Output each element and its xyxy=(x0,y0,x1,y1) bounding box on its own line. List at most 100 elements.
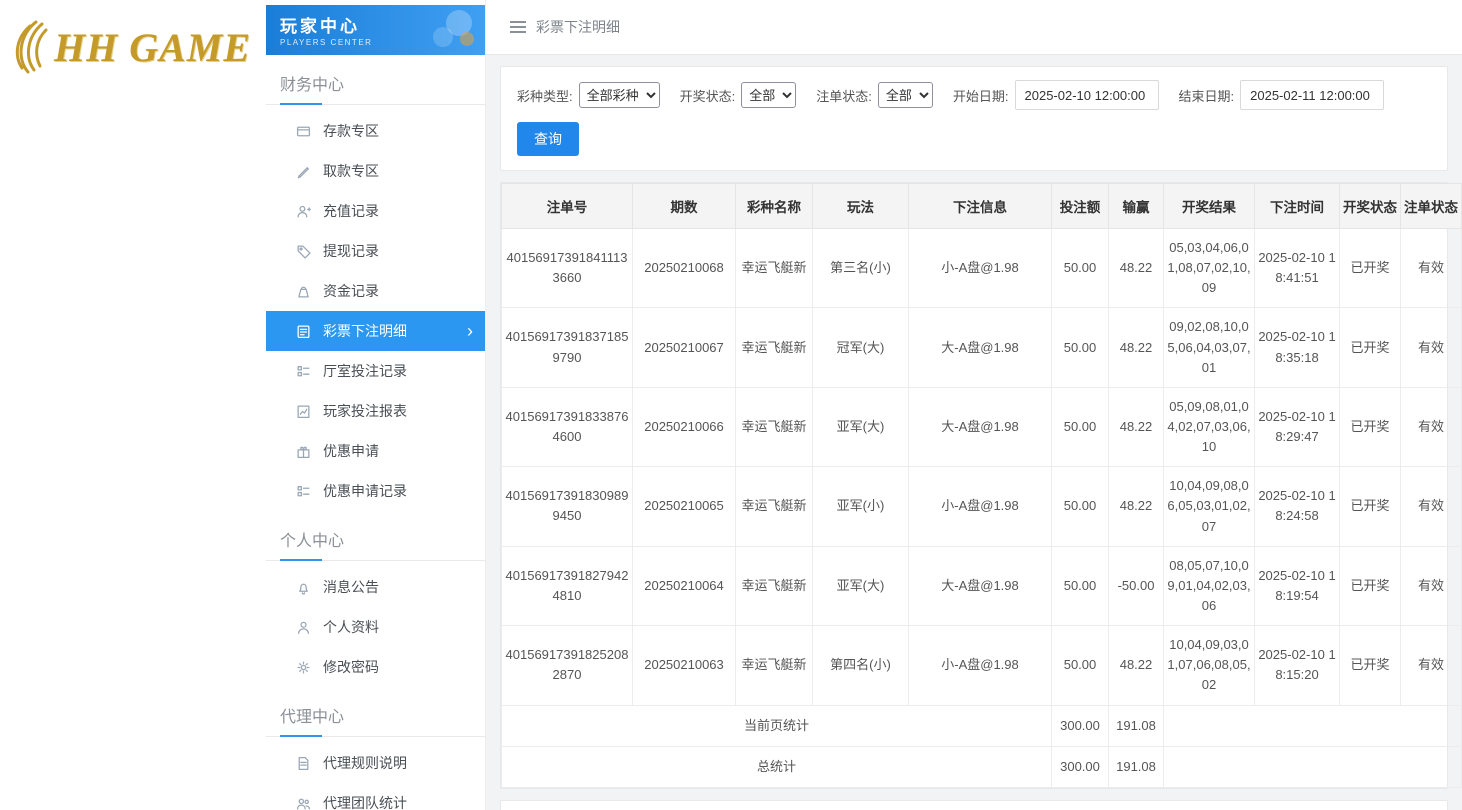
order-status-select[interactable]: 全部 xyxy=(878,82,933,108)
sidebar-item-label: 消息公告 xyxy=(323,577,379,597)
table-cell: 总统计 xyxy=(502,746,1052,787)
list-icon xyxy=(296,324,311,339)
search-button[interactable]: 查询 xyxy=(517,122,579,156)
table-cell: 05,09,08,01,04,02,07,03,06,10 xyxy=(1164,387,1255,466)
table-cell: 幸运飞艇新 xyxy=(736,546,813,625)
table-cell: 50.00 xyxy=(1052,387,1109,466)
sidebar-item-lottery-bets[interactable]: 彩票下注明细› xyxy=(266,311,485,351)
table-cell: 20250210064 xyxy=(633,546,736,625)
order-status-label: 注单状态: xyxy=(816,86,872,105)
column-header: 下注时间 xyxy=(1255,184,1340,229)
table-cell: 20250210066 xyxy=(633,387,736,466)
table-cell: 2025-02-10 18:19:54 xyxy=(1255,546,1340,625)
draw-status-label: 开奖状态: xyxy=(680,86,736,105)
start-date-input[interactable] xyxy=(1015,80,1159,110)
bets-table-panel: 注单号期数彩种名称玩法下注信息投注额输赢开奖结果下注时间开奖状态注单状态 401… xyxy=(500,182,1448,789)
table-cell: 已开奖 xyxy=(1340,546,1401,625)
table-cell: 已开奖 xyxy=(1340,229,1401,308)
bell-icon xyxy=(296,580,311,595)
sidebar-item-deposit[interactable]: 存款专区 xyxy=(266,111,485,151)
table-cell: 401569173918338764600 xyxy=(502,387,633,466)
sidebar-item-change-password[interactable]: 修改密码 xyxy=(266,647,485,687)
table-cell: 50.00 xyxy=(1052,229,1109,308)
table-cell: 20250210067 xyxy=(633,308,736,387)
lottery-type-label: 彩种类型: xyxy=(517,86,573,105)
sidebar-section-title: 个人中心 xyxy=(266,511,485,561)
sidebar-item-label: 资金记录 xyxy=(323,281,379,301)
sidebar-nav: 财务中心存款专区取款专区充值记录提现记录资金记录彩票下注明细›厅室投注记录玩家投… xyxy=(266,55,485,810)
sidebar-item-profile[interactable]: 个人资料 xyxy=(266,607,485,647)
logo: HH GAME xyxy=(0,0,266,76)
table-cell: 48.22 xyxy=(1109,229,1164,308)
table-cell: 191.08 xyxy=(1109,705,1164,746)
sidebar-item-funds-records[interactable]: 资金记录 xyxy=(266,271,485,311)
table-cell: 05,03,04,06,01,08,07,02,10,09 xyxy=(1164,229,1255,308)
table-cell: 第三名(小) xyxy=(813,229,909,308)
draw-status-select[interactable]: 全部 xyxy=(741,82,796,108)
main-area: 彩票下注明细 彩种类型: 全部彩种 开奖状态: 全部 注单状态: xyxy=(486,0,1462,810)
start-date-label: 开始日期: xyxy=(953,86,1009,105)
total-summary-row: 总统计300.00191.08 xyxy=(502,746,1462,787)
table-cell: 亚军(大) xyxy=(813,546,909,625)
column-header: 开奖结果 xyxy=(1164,184,1255,229)
logo-area: HH GAME xyxy=(0,0,266,810)
sidebar-item-promo-apply[interactable]: 优惠申请 xyxy=(266,431,485,471)
doc-icon xyxy=(296,756,311,771)
table-cell: 401569173918252082870 xyxy=(502,626,633,705)
table-cell: 幸运飞艇新 xyxy=(736,308,813,387)
sidebar-item-label: 取款专区 xyxy=(323,161,379,181)
table-row: 40156917391825208287020250210063幸运飞艇新第四名… xyxy=(502,626,1462,705)
page: HH GAME 玩家中心 PLAYERS CENTER 财务中心存款专区取款专区… xyxy=(0,0,1462,810)
table-cell: 20250210065 xyxy=(633,467,736,546)
column-header: 彩种名称 xyxy=(736,184,813,229)
sidebar-item-agent-rules[interactable]: 代理规则说明 xyxy=(266,743,485,783)
column-header: 期数 xyxy=(633,184,736,229)
table-cell: 401569173918279424810 xyxy=(502,546,633,625)
lottery-type-select[interactable]: 全部彩种 xyxy=(579,82,660,108)
table-cell: 已开奖 xyxy=(1340,467,1401,546)
table-cell xyxy=(1164,746,1462,787)
sidebar-item-label: 玩家投注报表 xyxy=(323,401,407,421)
team-icon xyxy=(296,796,311,810)
table-cell: 大-A盘@1.98 xyxy=(909,387,1052,466)
table-cell: 50.00 xyxy=(1052,626,1109,705)
sidebar-item-messages[interactable]: 消息公告 xyxy=(266,567,485,607)
sidebar-item-recharge-records[interactable]: 充值记录 xyxy=(266,191,485,231)
table-cell: 191.08 xyxy=(1109,746,1164,787)
page-summary-row: 当前页统计300.00191.08 xyxy=(502,705,1462,746)
sidebar-item-label: 优惠申请 xyxy=(323,441,379,461)
menu-toggle-icon[interactable] xyxy=(510,21,526,33)
end-date-input[interactable] xyxy=(1240,80,1384,110)
person-icon xyxy=(296,620,311,635)
sidebar-item-label: 优惠申请记录 xyxy=(323,481,407,501)
table-cell: 20250210068 xyxy=(633,229,736,308)
grid-icon xyxy=(296,364,311,379)
table-cell: 大-A盘@1.98 xyxy=(909,546,1052,625)
table-cell: 48.22 xyxy=(1109,626,1164,705)
logo-text: HH GAME xyxy=(54,24,251,71)
sidebar-item-player-report[interactable]: 玩家投注报表 xyxy=(266,391,485,431)
table-cell: 401569173918309899450 xyxy=(502,467,633,546)
sidebar-item-label: 提现记录 xyxy=(323,241,379,261)
sidebar-item-withdraw[interactable]: 取款专区 xyxy=(266,151,485,191)
column-header: 投注额 xyxy=(1052,184,1109,229)
tag-icon xyxy=(296,244,311,259)
table-cell: 2025-02-10 18:29:47 xyxy=(1255,387,1340,466)
sidebar-item-cashout-records[interactable]: 提现记录 xyxy=(266,231,485,271)
table-row: 40156917391841113366020250210068幸运飞艇新第三名… xyxy=(502,229,1462,308)
sidebar-item-agent-team[interactable]: 代理团队统计 xyxy=(266,783,485,810)
card-icon xyxy=(296,124,311,139)
table-cell: 小-A盘@1.98 xyxy=(909,229,1052,308)
table-cell: 50.00 xyxy=(1052,546,1109,625)
table-cell: 有效 xyxy=(1401,387,1462,466)
sidebar: 玩家中心 PLAYERS CENTER 财务中心存款专区取款专区充值记录提现记录… xyxy=(266,0,486,810)
sidebar-item-label: 存款专区 xyxy=(323,121,379,141)
table-cell: 2025-02-10 18:15:20 xyxy=(1255,626,1340,705)
sidebar-item-label: 代理团队统计 xyxy=(323,793,407,810)
sidebar-item-label: 代理规则说明 xyxy=(323,753,407,773)
sidebar-item-promo-records[interactable]: 优惠申请记录 xyxy=(266,471,485,511)
table-cell: 10,04,09,08,06,05,03,01,02,07 xyxy=(1164,467,1255,546)
sidebar-item-hall-bets[interactable]: 厅室投注记录 xyxy=(266,351,485,391)
column-header: 开奖状态 xyxy=(1340,184,1401,229)
table-cell: 幸运飞艇新 xyxy=(736,467,813,546)
